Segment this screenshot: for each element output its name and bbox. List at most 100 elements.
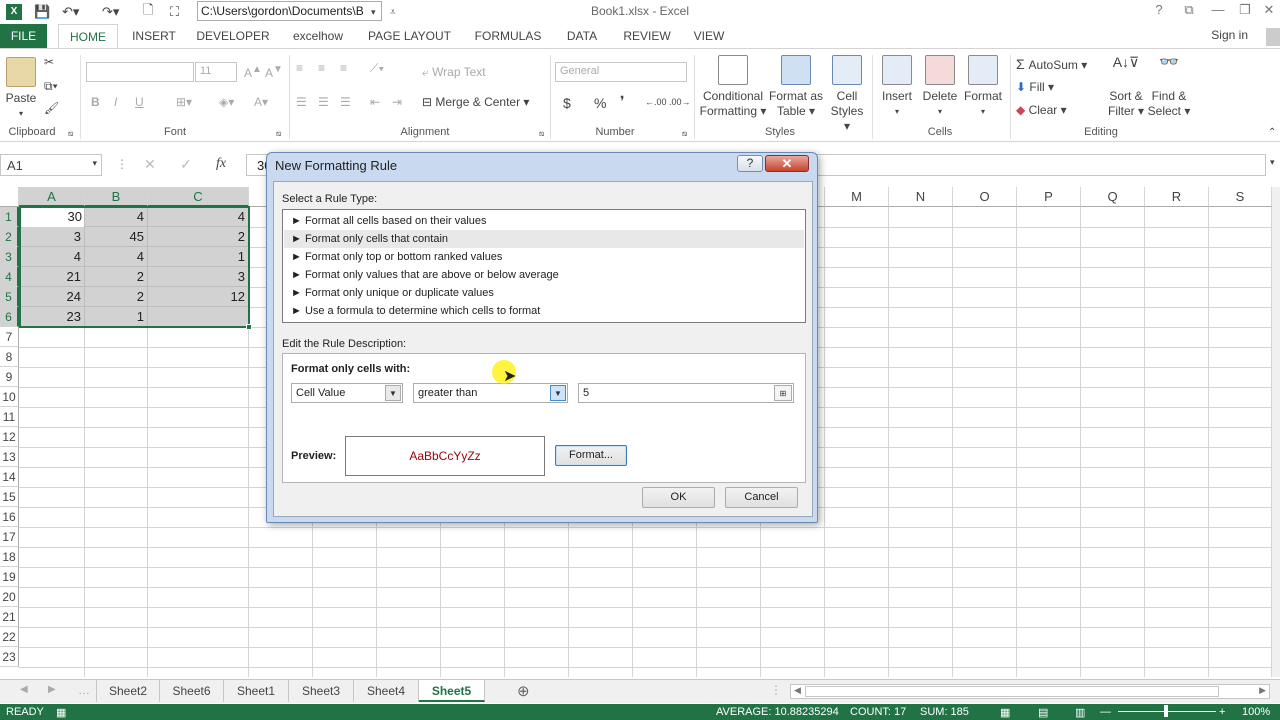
find-select-button[interactable]: 👓 Find & Select ▾ (1146, 55, 1192, 119)
insert-function-icon[interactable]: fx (216, 156, 226, 172)
column-header-q[interactable]: Q (1081, 187, 1145, 207)
tab-split-icon[interactable]: ⋮ (770, 683, 782, 697)
column-header-p[interactable]: P (1017, 187, 1081, 207)
rule-type-item[interactable]: ► Format only top or bottom ranked value… (284, 248, 804, 266)
row-header-5[interactable]: 5 (0, 287, 19, 307)
sign-in-link[interactable]: Sign in (1211, 28, 1248, 42)
sheet-tab-sheet4[interactable]: Sheet4 (354, 680, 419, 702)
sheet-tab-sheet2[interactable]: Sheet2 (96, 680, 160, 702)
number-launcher-icon[interactable]: ⧅ (682, 129, 687, 139)
prev-sheet-icon[interactable]: ◀ (20, 684, 28, 695)
clear-button[interactable]: ◆ Clear ▾ (1016, 103, 1067, 117)
close-window-button[interactable]: ✕ (1258, 2, 1280, 20)
tab-excelhow[interactable]: excelhow (284, 24, 352, 48)
font-launcher-icon[interactable]: ⧅ (276, 129, 281, 139)
dialog-help-button[interactable]: ? (737, 155, 763, 172)
rule-type-item[interactable]: ► Format all cells based on their values (284, 212, 804, 230)
row-header-16[interactable]: 16 (0, 507, 19, 527)
cell-styles-button[interactable]: Cell Styles ▾ (826, 55, 868, 134)
row-header-19[interactable]: 19 (0, 567, 19, 587)
tab-file[interactable]: FILE (0, 24, 47, 48)
row-header-3[interactable]: 3 (0, 247, 19, 267)
delete-button[interactable]: Delete ▾ (920, 55, 960, 119)
row-header-11[interactable]: 11 (0, 407, 19, 427)
account-icon[interactable] (1266, 28, 1280, 46)
increase-indent-icon[interactable]: ⇥ (392, 95, 402, 109)
column-header-r[interactable]: R (1145, 187, 1209, 207)
row-header-7[interactable]: 7 (0, 327, 19, 347)
column-header-c[interactable]: C (148, 187, 249, 207)
increase-decimal-icon[interactable]: ←.00 (645, 97, 667, 107)
align-left-icon[interactable]: ☰ (296, 95, 307, 109)
collapse-ribbon-icon[interactable]: ⌃ (1268, 127, 1276, 138)
row-header-21[interactable]: 21 (0, 607, 19, 627)
rule-type-item[interactable]: ► Format only values that are above or b… (284, 266, 804, 284)
shrink-font-icon[interactable]: A▼ (265, 64, 283, 80)
macro-record-icon[interactable]: ▦ (56, 706, 66, 719)
row-header-10[interactable]: 10 (0, 387, 19, 407)
column-header-m[interactable]: M (825, 187, 889, 207)
row-header-2[interactable]: 2 (0, 227, 19, 247)
decrease-decimal-icon[interactable]: .00→ (669, 97, 691, 107)
horizontal-scroll-thumb[interactable] (805, 686, 1219, 697)
cut-icon[interactable]: ✂ (44, 55, 54, 69)
copy-icon[interactable]: ⧉▾ (44, 79, 58, 94)
italic-button[interactable]: I (114, 95, 117, 109)
align-top-icon[interactable]: ≡ (296, 61, 303, 75)
scroll-left-icon[interactable]: ◀ (794, 685, 801, 696)
sheet-tab-sheet3[interactable]: Sheet3 (289, 680, 354, 702)
font-color-icon[interactable]: A▾ (254, 95, 268, 109)
row-header-14[interactable]: 14 (0, 467, 19, 487)
orientation-icon[interactable]: ⟋▾ (370, 61, 384, 76)
tab-insert[interactable]: INSERT (126, 24, 182, 48)
zoom-out-icon[interactable]: — (1100, 706, 1111, 718)
vertical-scrollbar[interactable] (1272, 187, 1280, 677)
row-header-1[interactable]: 1 (0, 207, 19, 227)
grow-font-icon[interactable]: A▲ (244, 64, 262, 80)
row-header-9[interactable]: 9 (0, 367, 19, 387)
sheet-tab-sheet6[interactable]: Sheet6 (160, 680, 224, 702)
sheet-tab-sheet1[interactable]: Sheet1 (224, 680, 289, 702)
rule-type-item[interactable]: ► Format only cells that contain (284, 230, 804, 248)
cancel-button[interactable]: Cancel (725, 487, 798, 508)
expand-formula-icon[interactable]: ▾ (1270, 157, 1275, 168)
decrease-indent-icon[interactable]: ⇤ (370, 95, 380, 109)
align-bottom-icon[interactable]: ≡ (340, 61, 347, 75)
tab-review[interactable]: REVIEW (617, 24, 677, 48)
wrap-text-button[interactable]: ⤶ Wrap Text (422, 65, 486, 80)
rule-value-input[interactable]: 5 ⊞ (578, 383, 794, 403)
format-as-table-button[interactable]: Format as Table ▾ (768, 55, 824, 119)
row-header-8[interactable]: 8 (0, 347, 19, 367)
tab-view[interactable]: VIEW (688, 24, 730, 48)
bold-button[interactable]: B (91, 95, 100, 109)
ok-button[interactable]: OK (642, 487, 715, 508)
fill-button[interactable]: ⬇ Fill ▾ (1016, 80, 1054, 94)
paste-button[interactable]: Paste ▾ (4, 57, 38, 121)
zoom-slider-thumb[interactable] (1164, 705, 1168, 717)
chevron-down-icon[interactable]: ▼ (385, 385, 401, 401)
rule-type-item[interactable]: ► Format only unique or duplicate values (284, 284, 804, 302)
horizontal-scrollbar[interactable]: ◀ ▶ (790, 684, 1270, 699)
conditional-formatting-button[interactable]: Conditional Formatting ▾ (698, 55, 768, 119)
scroll-right-icon[interactable]: ▶ (1259, 685, 1266, 696)
tab-data[interactable]: DATA (558, 24, 606, 48)
autosum-button[interactable]: Σ AutoSum ▾ (1016, 56, 1087, 72)
merge-center-button[interactable]: ⊟ Merge & Center ▾ (422, 95, 529, 109)
clipboard-launcher-icon[interactable]: ⧅ (68, 129, 73, 139)
sort-filter-button[interactable]: A↓⊽ Sort & Filter ▾ (1104, 55, 1148, 119)
column-header-a[interactable]: A (19, 187, 85, 207)
confirm-entry-icon[interactable]: ✓ (180, 156, 192, 173)
select-all-corner[interactable] (0, 187, 19, 207)
dialog-close-button[interactable]: ✕ (765, 155, 809, 172)
format-button[interactable]: Format ▾ (962, 55, 1004, 119)
align-center-icon[interactable]: ☰ (318, 95, 329, 109)
column-header-s[interactable]: S (1209, 187, 1272, 207)
column-header-n[interactable]: N (889, 187, 953, 207)
align-right-icon[interactable]: ☰ (340, 95, 351, 109)
rule-type-item[interactable]: ► Use a formula to determine which cells… (284, 302, 804, 320)
zoom-in-icon[interactable]: + (1219, 706, 1225, 718)
name-box[interactable]: A1 ▾ (0, 154, 102, 176)
operator-select[interactable]: greater than ▼ (413, 383, 568, 403)
row-header-20[interactable]: 20 (0, 587, 19, 607)
tab-page-layout[interactable]: PAGE LAYOUT (362, 24, 457, 48)
